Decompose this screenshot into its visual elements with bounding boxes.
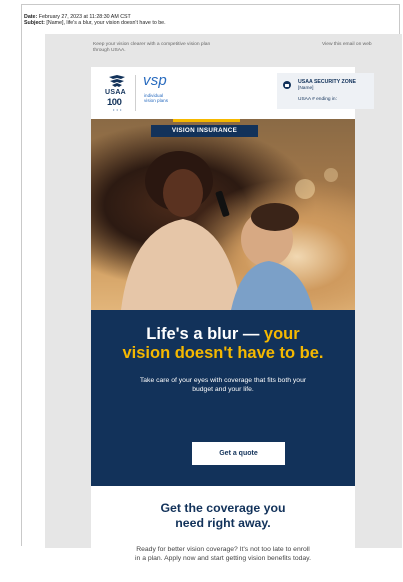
coverage-body: Ready for better vision coverage? It's n… [135, 546, 311, 562]
promo-headline: Life's a blur — your vision doesn't have… [91, 325, 355, 363]
coverage-heading-line-2: need right away. [175, 516, 271, 530]
hero-label: VISION INSURANCE [151, 125, 258, 137]
coverage-heading-line-1: Get the coverage you [160, 501, 286, 515]
usaa-logo-text: USAA [105, 89, 127, 96]
vsp-logo: vsp [143, 72, 167, 89]
promo-body: Take care of your eyes with coverage tha… [139, 377, 307, 393]
headline-part-2: your [263, 325, 300, 343]
email-body: Keep your vision clearer with a competit… [45, 34, 402, 582]
promo-section: Life's a blur — your vision doesn't have… [91, 310, 355, 486]
preheader-text: Keep your vision clearer with a competit… [93, 42, 211, 53]
logo-divider [135, 75, 136, 111]
hero-scene-image [121, 151, 338, 310]
hero-photo: VISION INSURANCE [91, 119, 355, 310]
coverage-heading: Get the coverage you need right away. [91, 501, 355, 531]
coverage-section: Get the coverage you need right away. Re… [91, 486, 355, 582]
hero-accent-bar [173, 119, 240, 122]
view-on-web-link[interactable]: View this email on web [322, 42, 372, 47]
vsp-subtitle: individual vision plans [144, 93, 168, 104]
headline-part-1: Life's a blur — [146, 325, 264, 343]
security-zone: USAA SECURITY ZONE [Name] USAA # ending … [277, 73, 374, 109]
security-zone-account: USAA # ending in: [298, 97, 337, 102]
vsp-sub-line-2: vision plans [144, 98, 169, 104]
headline-part-3: vision doesn't have to be. [122, 344, 324, 362]
email-printout: Date: February 27, 2023 at 11:28:30 AM C… [0, 0, 403, 582]
lock-icon [283, 81, 291, 89]
security-zone-name: [Name] [298, 86, 314, 91]
email-header: USAA 100 • • • vsp individual vision pla… [91, 67, 374, 119]
get-a-quote-button[interactable]: Get a quote [192, 442, 285, 465]
usaa-eagle-icon [109, 75, 125, 87]
usaa-100-dots-icon: • • • [113, 107, 122, 112]
security-zone-title: USAA SECURITY ZONE [298, 79, 356, 85]
